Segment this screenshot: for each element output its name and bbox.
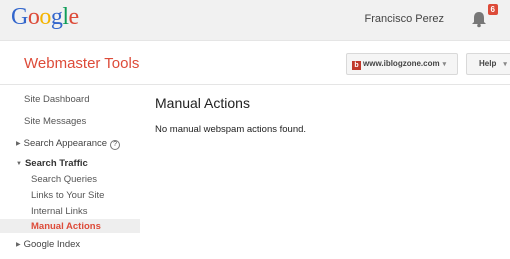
sidebar-item-label: Search Appearance — [23, 138, 108, 149]
logo-letter: e — [68, 4, 80, 30]
sidebar-item-label: Search Traffic — [24, 158, 88, 169]
sidebar-item-label: Google Index — [23, 239, 81, 250]
status-message: No manual webspam actions found. — [155, 124, 307, 135]
product-bar: Webmaster Tools b www.iblogzone.com ▾ Help… — [0, 41, 510, 85]
sidebar-item-search-traffic[interactable]: ▼ Search Traffic — [16, 158, 88, 169]
logo-letter: o — [39, 4, 51, 30]
bell-icon[interactable] — [469, 9, 489, 29]
help-label: Help — [479, 59, 497, 68]
sidebar-item-internal-links[interactable]: Internal Links — [31, 206, 88, 217]
help-button[interactable]: Help ▾ — [466, 53, 510, 75]
sidebar-item-google-index[interactable]: ▶ Google Index — [16, 239, 80, 250]
logo-letter: o — [27, 4, 40, 30]
user-name[interactable]: Francisco Perez — [365, 13, 444, 25]
page-title: Manual Actions — [155, 95, 250, 111]
chevron-down-icon: ▾ — [442, 61, 447, 68]
top-bar: Google Francisco Perez 6 — [0, 0, 510, 41]
sidebar-item-site-messages[interactable]: Site Messages — [24, 116, 86, 127]
help-circle-icon[interactable]: ? — [110, 140, 121, 150]
sidebar-item-search-appearance[interactable]: ▶ Search Appearance? — [16, 138, 121, 150]
google-logo[interactable]: Google — [11, 4, 79, 31]
sidebar-item-links-to-your-site[interactable]: Links to Your Site — [31, 190, 104, 201]
expand-arrow-icon: ▶ — [16, 141, 21, 147]
notification-count-badge[interactable]: 6 — [487, 4, 498, 15]
expand-arrow-icon: ▶ — [16, 242, 21, 248]
site-favicon-icon: b — [352, 61, 361, 70]
logo-letter: g — [50, 4, 63, 30]
sidebar-item-site-dashboard[interactable]: Site Dashboard — [24, 94, 89, 105]
sidebar-item-search-queries[interactable]: Search Queries — [31, 174, 97, 185]
chevron-down-icon: ▾ — [503, 61, 507, 68]
product-title[interactable]: Webmaster Tools — [24, 55, 139, 72]
sidebar-item-manual-actions[interactable]: Manual Actions — [31, 221, 101, 232]
collapse-arrow-icon: ▼ — [16, 161, 22, 167]
site-selector-label: www.iblogzone.com — [363, 59, 440, 68]
logo-letter: G — [11, 4, 28, 30]
site-selector-button[interactable]: b www.iblogzone.com ▾ — [346, 53, 458, 75]
